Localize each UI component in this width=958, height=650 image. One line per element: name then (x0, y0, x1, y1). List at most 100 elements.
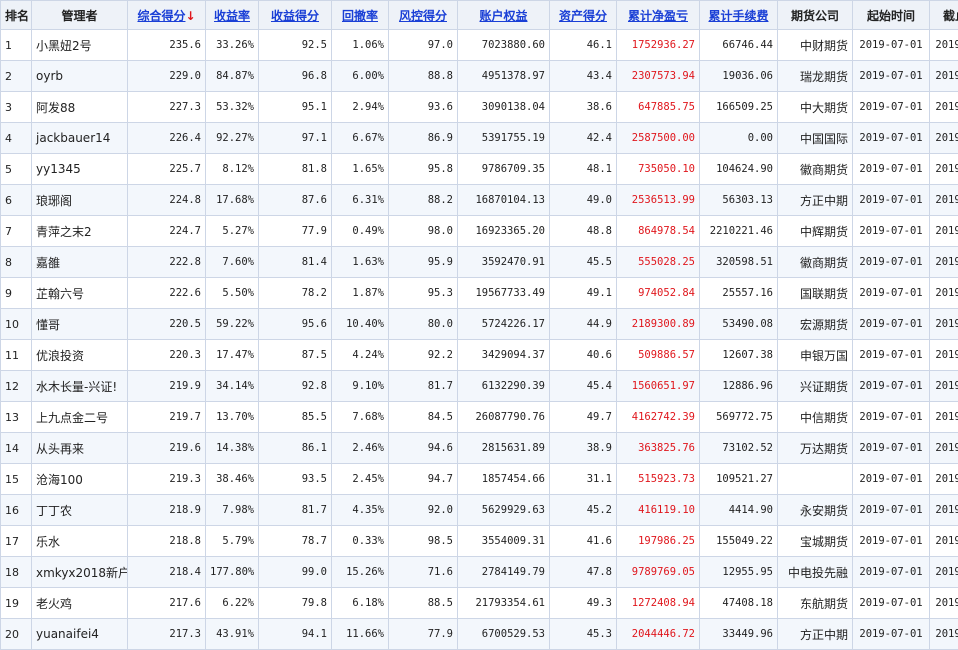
sort-net-profit-link[interactable]: 累计净盈亏 (628, 9, 688, 23)
asset-score-cell: 45.3 (550, 619, 617, 650)
manager-name-link[interactable]: 老火鸡 (32, 588, 128, 619)
rank-cell: 4 (1, 123, 32, 154)
manager-name-link[interactable]: 阿发88 (32, 92, 128, 123)
header-total-score[interactable]: 综合得分↓ (128, 1, 206, 30)
drawdown-cell: 10.40% (332, 309, 389, 340)
end-date-cell: 2019-08-26 (930, 92, 958, 123)
manager-name-link[interactable]: 丁丁农 (32, 495, 128, 526)
manager-name-link[interactable]: 嘉雒 (32, 247, 128, 278)
company-cell: 方正中期 (778, 185, 853, 216)
header-risk-score[interactable]: 风控得分 (389, 1, 458, 30)
asset-score-cell: 40.6 (550, 340, 617, 371)
start-date-cell: 2019-07-01 (853, 588, 930, 619)
risk-score-cell: 93.6 (389, 92, 458, 123)
end-date-cell: 2019-08-26 (930, 371, 958, 402)
net-profit-cell: 197986.25 (617, 526, 700, 557)
asset-score-cell: 38.9 (550, 433, 617, 464)
manager-name-link[interactable]: xmkyx2018新户 (32, 557, 128, 588)
header-return-score[interactable]: 收益得分 (259, 1, 332, 30)
manager-name-link[interactable]: 优浪投资 (32, 340, 128, 371)
rank-cell: 5 (1, 154, 32, 185)
end-date-cell: 2019-08-26 (930, 588, 958, 619)
start-date-cell: 2019-07-01 (853, 185, 930, 216)
table-row: 13上九点金二号219.713.70%85.57.68%84.526087790… (1, 402, 958, 433)
rank-cell: 8 (1, 247, 32, 278)
sort-fees-link[interactable]: 累计手续费 (708, 9, 768, 23)
header-return-rate[interactable]: 收益率 (206, 1, 259, 30)
fees-cell: 166509.25 (700, 92, 778, 123)
table-row: 9芷翰六号222.65.50%78.21.87%95.319567733.494… (1, 278, 958, 309)
return-score-cell: 81.4 (259, 247, 332, 278)
start-date-cell: 2019-07-01 (853, 340, 930, 371)
company-cell: 徽商期货 (778, 154, 853, 185)
drawdown-cell: 4.24% (332, 340, 389, 371)
manager-name-link[interactable]: yy1345 (32, 154, 128, 185)
table-row: 19老火鸡217.66.22%79.86.18%88.521793354.614… (1, 588, 958, 619)
net-profit-cell: 515923.73 (617, 464, 700, 495)
header-drawdown[interactable]: 回撤率 (332, 1, 389, 30)
risk-score-cell: 71.6 (389, 557, 458, 588)
header-fees[interactable]: 累计手续费 (700, 1, 778, 30)
net-profit-cell: 1752936.27 (617, 30, 700, 61)
table-row: 6琅琊阁224.817.68%87.66.31%88.216870104.134… (1, 185, 958, 216)
table-row: 12水木长量-兴证!219.934.14%92.89.10%81.7613229… (1, 371, 958, 402)
total-score-cell: 222.6 (128, 278, 206, 309)
net-profit-cell: 1272408.94 (617, 588, 700, 619)
manager-name-link[interactable]: 青萍之末2 (32, 216, 128, 247)
net-profit-cell: 647885.75 (617, 92, 700, 123)
header-net-profit[interactable]: 累计净盈亏 (617, 1, 700, 30)
equity-cell: 6700529.53 (458, 619, 550, 650)
manager-name-link[interactable]: 琅琊阁 (32, 185, 128, 216)
company-cell: 申银万国 (778, 340, 853, 371)
rank-cell: 18 (1, 557, 32, 588)
manager-name-link[interactable]: oyrb (32, 61, 128, 92)
return-score-cell: 93.5 (259, 464, 332, 495)
company-cell: 中国国际 (778, 123, 853, 154)
total-score-cell: 219.7 (128, 402, 206, 433)
table-row: 16丁丁农218.97.98%81.74.35%92.05629929.6345… (1, 495, 958, 526)
sort-drawdown-link[interactable]: 回撤率 (342, 9, 378, 23)
net-profit-cell: 509886.57 (617, 340, 700, 371)
manager-name-link[interactable]: 沧海100 (32, 464, 128, 495)
sort-risk-score-link[interactable]: 风控得分 (399, 9, 447, 23)
return-score-cell: 92.8 (259, 371, 332, 402)
return-score-cell: 78.2 (259, 278, 332, 309)
sort-return-score-link[interactable]: 收益得分 (271, 9, 319, 23)
manager-name-link[interactable]: 从头再来 (32, 433, 128, 464)
net-profit-cell: 2587500.00 (617, 123, 700, 154)
manager-name-link[interactable]: 懂哥 (32, 309, 128, 340)
net-profit-cell: 2189300.89 (617, 309, 700, 340)
total-score-cell: 229.0 (128, 61, 206, 92)
rank-cell: 17 (1, 526, 32, 557)
return-rate-cell: 7.60% (206, 247, 259, 278)
company-cell: 中电投先融 (778, 557, 853, 588)
table-row: 11优浪投资220.317.47%87.54.24%92.23429094.37… (1, 340, 958, 371)
risk-score-cell: 92.0 (389, 495, 458, 526)
return-score-cell: 95.1 (259, 92, 332, 123)
sort-equity-link[interactable]: 账户权益 (479, 9, 527, 23)
end-date-cell: 2019-08-26 (930, 464, 958, 495)
asset-score-cell: 45.2 (550, 495, 617, 526)
sort-asset-score-link[interactable]: 资产得分 (559, 9, 607, 23)
manager-name-link[interactable]: jackbauer14 (32, 123, 128, 154)
company-cell: 徽商期货 (778, 247, 853, 278)
return-rate-cell: 59.22% (206, 309, 259, 340)
equity-cell: 16870104.13 (458, 185, 550, 216)
manager-name-link[interactable]: 小黑妞2号 (32, 30, 128, 61)
header-asset-score[interactable]: 资产得分 (550, 1, 617, 30)
fees-cell: 33449.96 (700, 619, 778, 650)
return-score-cell: 87.5 (259, 340, 332, 371)
table-row: 20yuanaifei4217.343.91%94.111.66%77.9670… (1, 619, 958, 650)
return-rate-cell: 8.12% (206, 154, 259, 185)
header-equity[interactable]: 账户权益 (458, 1, 550, 30)
manager-name-link[interactable]: 芷翰六号 (32, 278, 128, 309)
manager-name-link[interactable]: 上九点金二号 (32, 402, 128, 433)
manager-name-link[interactable]: 水木长量-兴证! (32, 371, 128, 402)
return-score-cell: 95.6 (259, 309, 332, 340)
sort-total-score-link[interactable]: 综合得分 (137, 9, 185, 23)
manager-name-link[interactable]: 乐水 (32, 526, 128, 557)
sort-return-rate-link[interactable]: 收益率 (214, 9, 250, 23)
return-rate-cell: 38.46% (206, 464, 259, 495)
manager-name-link[interactable]: yuanaifei4 (32, 619, 128, 650)
equity-cell: 7023880.60 (458, 30, 550, 61)
